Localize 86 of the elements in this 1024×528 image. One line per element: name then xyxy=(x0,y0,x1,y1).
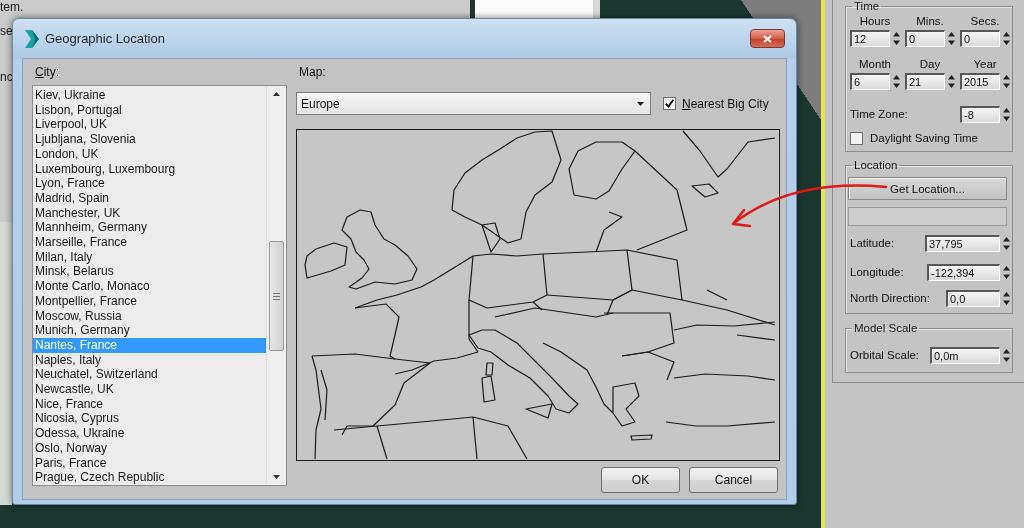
number-field[interactable]: 37,795 xyxy=(925,235,1000,252)
cancel-button[interactable]: Cancel xyxy=(689,467,778,493)
number-field[interactable]: 0,0 xyxy=(946,290,1000,307)
group-title: Location xyxy=(853,159,899,172)
field-label: Latitude: xyxy=(850,237,895,250)
up-arrow-icon[interactable] xyxy=(273,92,280,96)
close-button[interactable] xyxy=(750,29,785,48)
city-list-item[interactable]: Odessa, Ukraine xyxy=(33,426,266,441)
background-text: nc xyxy=(0,70,13,84)
grip-icon xyxy=(273,292,280,300)
scrollbar[interactable] xyxy=(266,86,286,485)
checkbox[interactable] xyxy=(850,132,863,145)
spinner-arrows-icon[interactable] xyxy=(1003,349,1010,362)
get-location-button[interactable]: Get Location... xyxy=(848,177,1007,200)
spinner-arrows-icon[interactable] xyxy=(1003,292,1010,305)
city-list-item[interactable]: Oslo, Norway xyxy=(33,440,266,456)
close-icon xyxy=(763,34,772,43)
city-list-item[interactable]: Munich, Germany xyxy=(33,323,266,338)
city-list-item[interactable]: Minsk, Belarus xyxy=(33,264,266,280)
background-text: tem. xyxy=(0,0,24,14)
number-field[interactable]: -8 xyxy=(960,106,1000,123)
field-label: Secs. xyxy=(969,15,1001,27)
city-list-item[interactable]: Moscow, Russia xyxy=(33,308,266,324)
city-list-item[interactable]: Neuchatel, Switzerland xyxy=(33,367,266,383)
city-list-item[interactable]: Monte Carlo, Monaco xyxy=(33,279,266,294)
number-field[interactable]: 21 xyxy=(905,73,945,90)
number-field[interactable]: -122,394 xyxy=(927,264,1000,281)
spinner-arrows-icon[interactable] xyxy=(948,75,955,88)
city-list-item[interactable]: Luxembourg, Luxembourg xyxy=(33,161,266,177)
field-label: Month xyxy=(858,58,892,70)
number-field[interactable]: 6 xyxy=(850,73,890,90)
city-list-item[interactable]: Nice, France xyxy=(33,396,266,412)
spinner-arrows-icon[interactable] xyxy=(1003,75,1010,88)
number-field[interactable]: 12 xyxy=(850,30,890,47)
city-list-item[interactable]: Lisbon, Portugal xyxy=(33,102,266,118)
field-label: Longitude: xyxy=(850,266,904,279)
city-list-item[interactable]: Paris, France xyxy=(33,455,266,471)
field-label: Mins. xyxy=(915,15,945,27)
number-field[interactable]: 0 xyxy=(960,30,1000,47)
field-label: Orbital Scale: xyxy=(850,349,920,362)
ok-button[interactable]: OK xyxy=(601,467,680,493)
city-list-item[interactable]: Naples, Italy xyxy=(33,352,266,368)
city-list-item[interactable]: Liverpool, UK xyxy=(33,117,266,133)
number-field[interactable]: 2015 xyxy=(960,73,1000,90)
map-label: Map: xyxy=(299,65,326,80)
spinner-arrows-icon[interactable] xyxy=(893,75,900,88)
number-field[interactable]: 0 xyxy=(905,30,945,47)
group-title: Time xyxy=(853,0,881,13)
city-list-item[interactable]: Mannheim, Germany xyxy=(33,220,266,236)
scrollbar-thumb[interactable] xyxy=(269,241,284,351)
field-label: North Direction: xyxy=(850,292,930,305)
field-label: Day xyxy=(918,58,942,70)
city-list-item[interactable]: Newcastle, UK xyxy=(33,382,266,397)
location-name-field[interactable] xyxy=(848,207,1007,226)
window-title: Geographic Location xyxy=(45,31,165,46)
app-logo-icon xyxy=(25,29,39,48)
spinner-arrows-icon[interactable] xyxy=(948,32,955,45)
city-list-item[interactable]: Manchester, UK xyxy=(33,205,266,221)
city-list-item[interactable]: London, UK xyxy=(33,146,266,162)
spinner-arrows-icon[interactable] xyxy=(1003,108,1010,121)
field-label: Hours xyxy=(858,15,892,27)
spinner-arrows-icon[interactable] xyxy=(1003,266,1010,279)
city-list-item[interactable]: Marseille, France xyxy=(33,235,266,250)
city-list-item[interactable]: Nicosia, Cyprus xyxy=(33,411,266,427)
caret-icon xyxy=(637,101,644,106)
city-list-item[interactable]: Montpellier, France xyxy=(33,293,266,309)
checkbox[interactable] xyxy=(663,97,676,110)
spinner-arrows-icon[interactable] xyxy=(1003,32,1010,45)
map-dropdown[interactable]: Europe xyxy=(296,92,651,115)
down-arrow-icon[interactable] xyxy=(273,475,280,479)
spinner-arrows-icon[interactable] xyxy=(1003,237,1010,250)
field-label: Year xyxy=(972,58,998,70)
city-list-item[interactable]: Madrid, Spain xyxy=(33,190,266,206)
group-title: Model Scale xyxy=(853,322,919,335)
city-list-item[interactable]: Prague, Czech Republic xyxy=(33,470,266,485)
background-text: se xyxy=(0,24,13,38)
checkbox-label: Nearest Big City xyxy=(682,96,769,111)
spinner-arrows-icon[interactable] xyxy=(893,32,900,45)
city-list-item[interactable]: Lyon, France xyxy=(33,176,266,191)
city-list-item[interactable]: Ljubljana, Slovenia xyxy=(33,132,266,147)
field-label: Time Zone: xyxy=(850,108,908,121)
city-list-item[interactable]: Kiev, Ukraine xyxy=(33,88,266,103)
number-field[interactable]: 0,0m xyxy=(930,347,1000,364)
city-list-item[interactable]: Milan, Italy xyxy=(33,249,266,265)
city-label: City: xyxy=(35,65,59,80)
checkbox-label: Daylight Saving Time xyxy=(870,132,979,145)
